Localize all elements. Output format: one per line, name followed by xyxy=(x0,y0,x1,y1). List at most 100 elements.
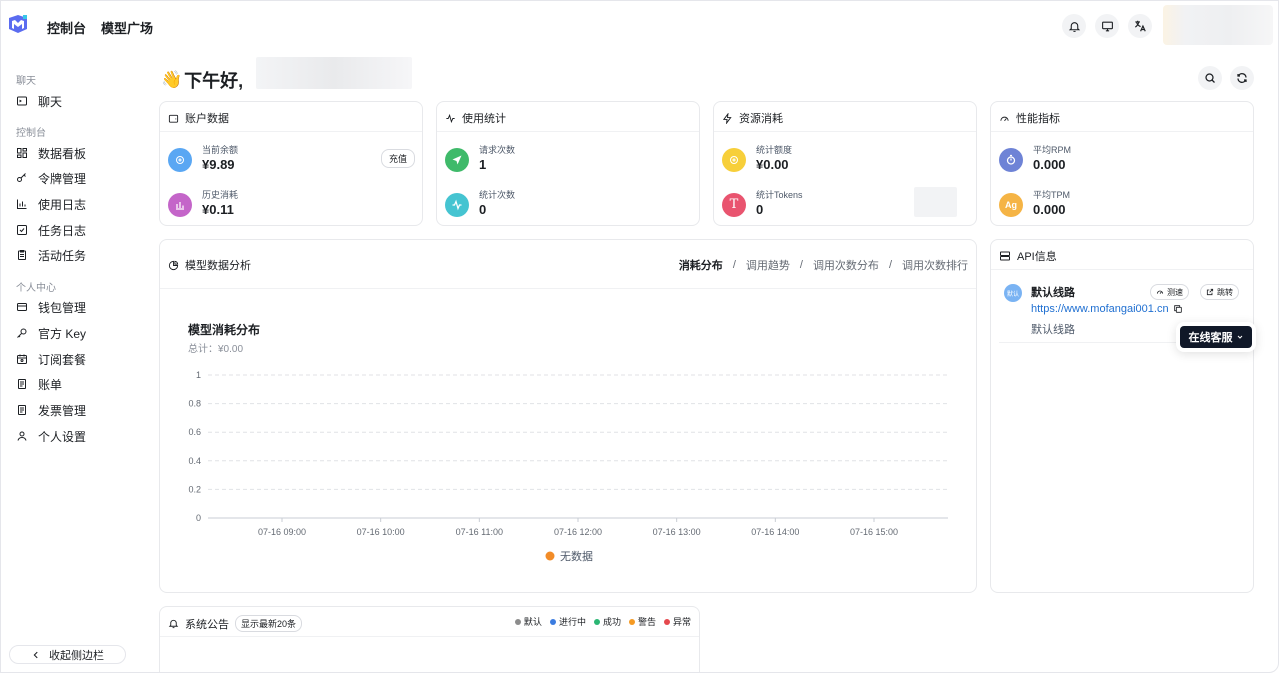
pulse-icon xyxy=(445,192,469,217)
bell-icon xyxy=(1068,21,1080,32)
sidebar-item-subscription[interactable]: 订阅套餐 xyxy=(16,349,136,369)
api-url-row: https://www.mofangai001.cn xyxy=(1031,303,1183,315)
x-tick-label: 07-16 12:00 xyxy=(554,527,602,537)
sidebar-item-tokens[interactable]: 令牌管理 xyxy=(16,168,136,188)
search-button[interactable] xyxy=(1198,66,1222,90)
copy-icon[interactable] xyxy=(1173,304,1183,314)
user-icon xyxy=(17,431,27,441)
sidebar-item-wallet[interactable]: 钱包管理 xyxy=(16,297,136,317)
nav-console[interactable]: 控制台 xyxy=(47,18,86,37)
sidebar-item-label: 官方 Key xyxy=(38,326,87,341)
tpm-icon: Ag xyxy=(999,192,1023,217)
sidebar-item-task-log[interactable]: 任务日志 xyxy=(16,220,136,240)
stat-label: 当前余额 xyxy=(202,145,239,155)
divider xyxy=(160,636,699,637)
stat-label: 统计次数 xyxy=(479,190,516,200)
sidebar-item-label: 账单 xyxy=(38,377,63,392)
sidebar-item-chat[interactable]: 聊天 xyxy=(16,91,136,111)
speed-test-button[interactable]: 测速 xyxy=(1150,284,1189,300)
recharge-button[interactable]: 充值 xyxy=(380,149,415,168)
legend-success: 成功 xyxy=(593,615,621,628)
divider xyxy=(160,131,422,132)
stat-historical-consumption: 历史消耗 ¥0.11 xyxy=(168,190,238,219)
stat-request-count: 请求次数 1 xyxy=(445,145,515,174)
sidebar-item-activity[interactable]: 活动任务 xyxy=(16,245,136,265)
gauge-icon xyxy=(1000,116,1009,121)
nav-model-square[interactable]: 模型广场 xyxy=(101,18,153,37)
wave-emoji: 👋 xyxy=(161,70,183,89)
sidebar-item-billing[interactable]: 账单 xyxy=(16,374,136,394)
notification-button[interactable] xyxy=(1062,14,1086,38)
translate-icon xyxy=(1134,20,1146,32)
wallet-icon xyxy=(17,303,27,311)
x-tick-label: 07-16 10:00 xyxy=(357,527,405,537)
announcement-count-pill: 显示最新20条 xyxy=(235,615,303,632)
y-tick-label: 0.6 xyxy=(188,427,201,437)
button-label: 测速 xyxy=(1167,287,1183,297)
button-label: 跳转 xyxy=(1217,287,1233,297)
section-label-personal: 个人中心 xyxy=(16,283,56,294)
gauge-icon xyxy=(1156,290,1164,294)
stat-current-balance: 当前余额 ¥9.89 xyxy=(168,145,238,174)
display-button[interactable] xyxy=(1095,14,1119,38)
key-icon xyxy=(17,328,27,338)
stat-label: 平均RPM xyxy=(1033,145,1071,155)
stopwatch-icon xyxy=(999,147,1023,172)
stat-quota: 统计额度 ¥0.00 xyxy=(722,145,792,174)
sidebar-item-label: 任务日志 xyxy=(38,223,87,238)
greeting: 👋 下午好, xyxy=(161,67,243,93)
card-title-text: 性能指标 xyxy=(1016,113,1060,125)
stat-value: 1 xyxy=(479,157,487,172)
user-avatar[interactable] xyxy=(1163,5,1273,45)
button-label: 在线客服 xyxy=(1188,332,1233,344)
sidebar-item-settings[interactable]: 个人设置 xyxy=(16,426,136,446)
jump-button[interactable]: 跳转 xyxy=(1200,284,1239,300)
divider xyxy=(991,131,1253,132)
model-analysis-card: 模型数据分析 消耗分布 / 调用趋势 / 调用次数分布 / 调用次数排行 模型消… xyxy=(159,239,977,593)
y-tick-label: 0.2 xyxy=(188,484,201,494)
y-tick-label: 0.8 xyxy=(188,399,201,409)
route-badge: 默认 xyxy=(1004,284,1022,302)
collapse-label: 收起侧边栏 xyxy=(49,649,104,662)
y-tick-label: 0.4 xyxy=(188,456,201,466)
card-title-text: 资源消耗 xyxy=(739,113,783,125)
performance-card: 性能指标 平均RPM 0.000 Ag 平均TPM 0.000 xyxy=(990,101,1254,226)
language-button[interactable] xyxy=(1128,14,1152,38)
stat-value: 0.000 xyxy=(1033,202,1066,217)
sidebar-item-label: 令牌管理 xyxy=(38,171,87,186)
card-title: 性能指标 xyxy=(999,110,1060,126)
stat-stat-count: 统计次数 0 xyxy=(445,190,515,219)
y-tick-label: 0 xyxy=(196,513,201,523)
section-label-console: 控制台 xyxy=(16,128,46,139)
sidebar-item-official-key[interactable]: 官方 Key xyxy=(16,323,136,343)
stat-avg-rpm: 平均RPM 0.000 xyxy=(999,145,1071,174)
clipboard-icon xyxy=(18,250,26,260)
wallet-icon xyxy=(168,114,179,123)
text-icon: T xyxy=(722,192,746,217)
sidebar-item-usage-log[interactable]: 使用日志 xyxy=(16,194,136,214)
card-title: 使用统计 xyxy=(445,110,506,126)
greeting-text: 下午好, xyxy=(184,71,244,91)
status-legend: 默认 进行中 成功 警告 异常 xyxy=(507,615,691,628)
collapse-sidebar-button[interactable]: 收起侧边栏 xyxy=(9,645,126,664)
app-logo-icon[interactable] xyxy=(7,14,29,36)
refresh-button[interactable] xyxy=(1230,66,1254,90)
document-icon xyxy=(18,405,26,415)
username-blurred xyxy=(256,57,412,89)
sparkline-placeholder xyxy=(914,187,957,217)
api-url-link[interactable]: https://www.mofangai001.cn xyxy=(1031,303,1169,315)
sidebar-item-label: 订阅套餐 xyxy=(38,352,87,367)
announcement-card: 系统公告 显示最新20条 默认 进行中 成功 警告 异常 xyxy=(159,606,700,672)
sidebar-item-label: 发票管理 xyxy=(38,403,87,418)
bell-icon xyxy=(168,619,179,629)
stat-label: 平均TPM xyxy=(1033,190,1070,200)
key-icon xyxy=(17,173,26,182)
chart-icon xyxy=(17,199,27,209)
send-icon xyxy=(445,147,469,172)
legend-error: 异常 xyxy=(663,615,691,628)
sidebar-item-dashboard[interactable]: 数据看板 xyxy=(16,143,136,163)
sidebar-item-invoice[interactable]: 发票管理 xyxy=(16,400,136,420)
x-tick-label: 07-16 09:00 xyxy=(258,527,306,537)
stat-value: 0 xyxy=(479,202,487,217)
online-support-button[interactable]: 在线客服 xyxy=(1180,326,1252,348)
